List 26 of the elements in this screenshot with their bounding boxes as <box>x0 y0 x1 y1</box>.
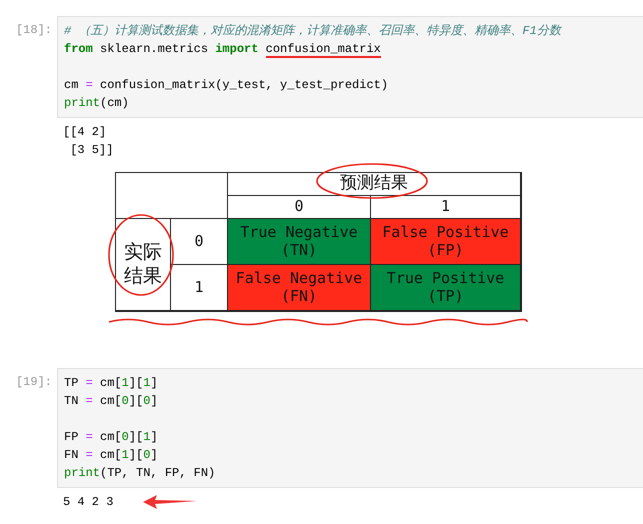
code-line: TN = cm[0][0] <box>64 393 159 410</box>
row-label: 1 <box>171 265 228 311</box>
matrix-cell: True Negative (TN) <box>228 219 371 265</box>
cell-prompt: [18]: <box>14 22 53 39</box>
code-cell[interactable]: TP = cm[1][1] TN = cm[0][0] FP = cm[0][1] FN = cm[1][0] print(TP, TN, FP, FN) <box>57 368 643 488</box>
code-line: print(TP, TN, FP, FN) <box>64 465 216 482</box>
code-line: TP = cm[1][1] <box>64 375 159 392</box>
matrix-cell: True Positive (TP) <box>371 265 521 311</box>
output-text: [3 5]] <box>69 142 114 159</box>
column-label: 1 <box>371 196 521 219</box>
matrix-cell: False Negative (FN) <box>228 265 371 311</box>
output-text: 5 4 2 3 <box>63 494 114 511</box>
code-line: cm = confusion_matrix(y_test, y_test_predict) <box>64 77 390 94</box>
code-line: print(cm) <box>64 95 130 112</box>
code-line: # （五）计算测试数据集，对应的混淆矩阵，计算准确率、召回率、特异度、精确率、F1分数 <box>64 23 563 40</box>
output-text: [[4 2] <box>63 124 106 141</box>
code-line: FP = cm[0][1] <box>64 429 159 446</box>
code-line: from sklearn.metrics import confusion_matrix <box>64 41 382 58</box>
column-header: 预测结果 <box>228 173 521 196</box>
matrix-cell: False Positive (FP) <box>371 219 521 265</box>
row-header: 实际结果 <box>123 240 163 288</box>
code-cell[interactable]: # （五）计算测试数据集，对应的混淆矩阵，计算准确率、召回率、特异度、精确率、F1分数 from sklearn.metrics import confusion_matrix cm = confusion_matrix(y_test, y_test_predict) print(cm) <box>57 16 643 118</box>
cell-prompt: [19]: <box>14 374 53 391</box>
code-line: FN = cm[1][0] <box>64 447 159 464</box>
row-label: 0 <box>171 219 228 265</box>
column-label: 0 <box>228 196 371 219</box>
